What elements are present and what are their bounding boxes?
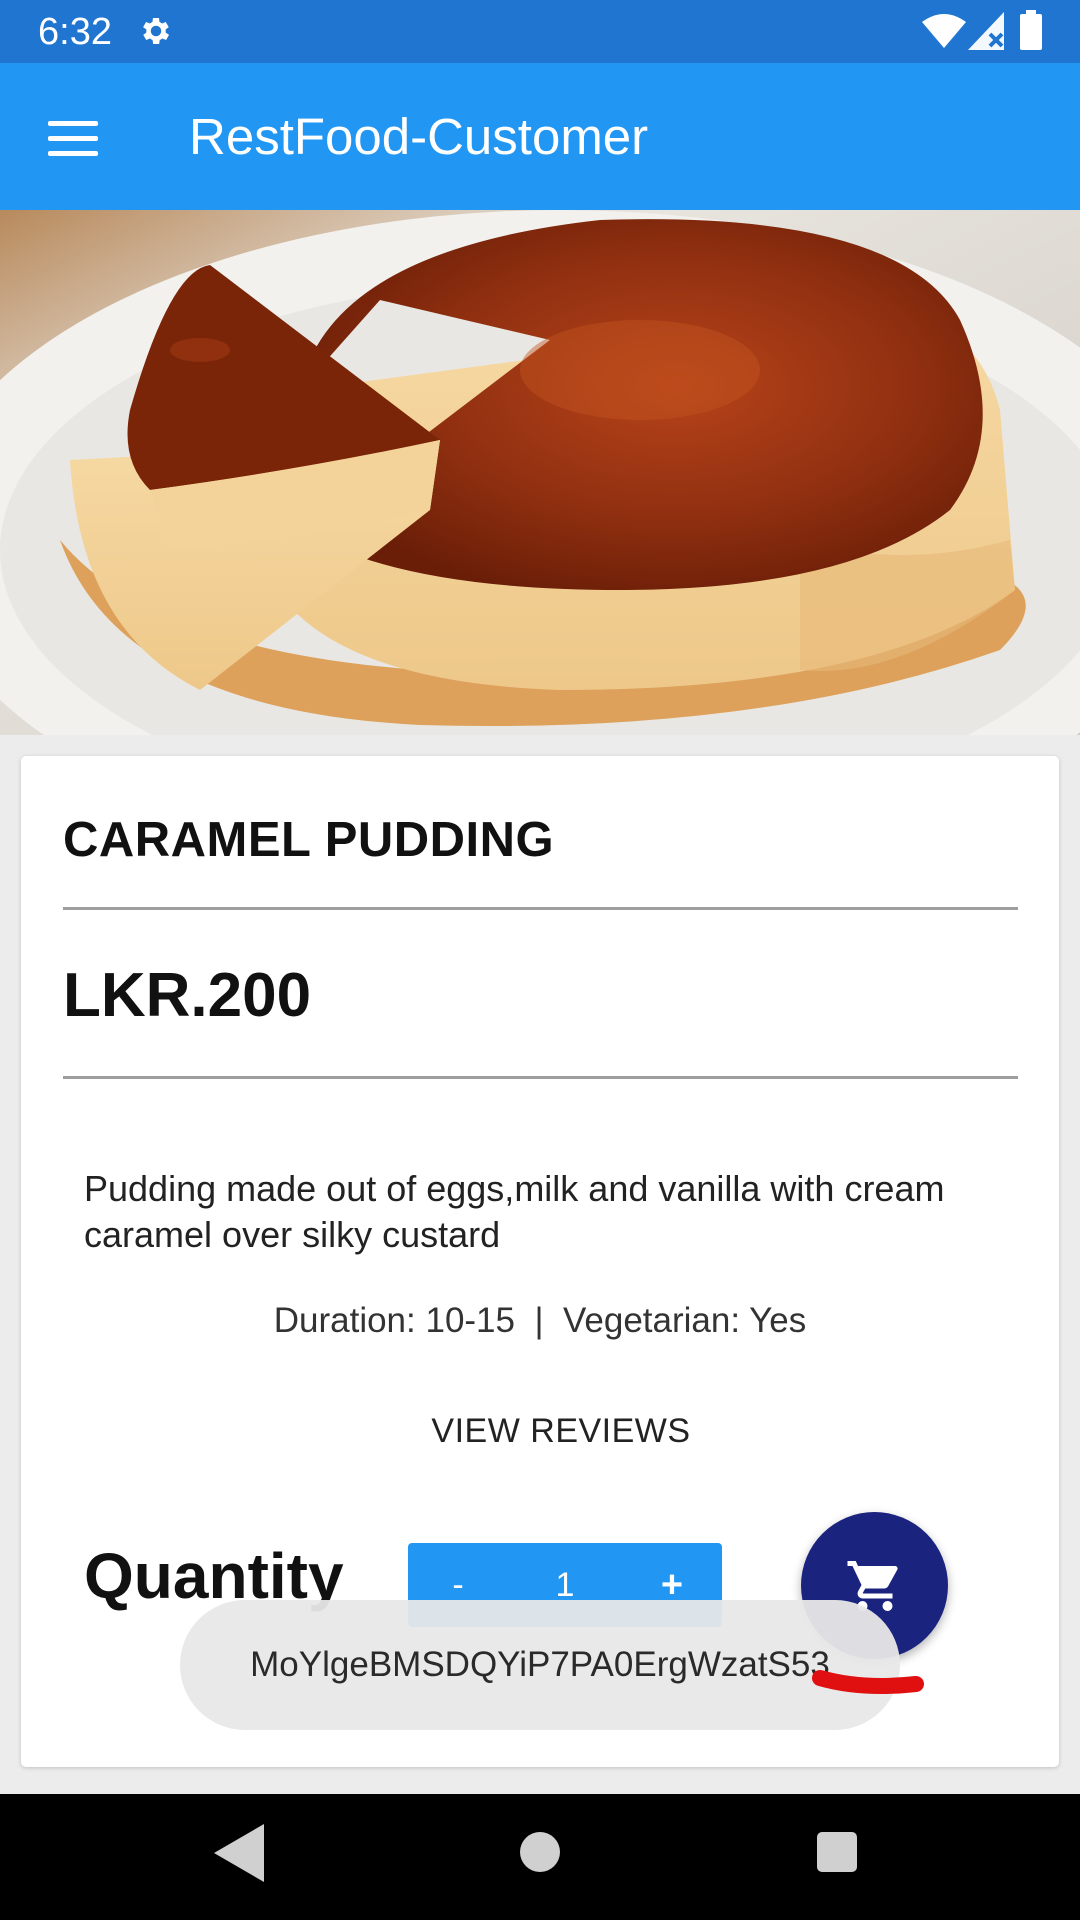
- status-time: 6:32: [38, 11, 112, 53]
- food-price: LKR.200: [63, 961, 312, 1030]
- battery-icon: [1020, 10, 1042, 50]
- app-bar: RestFood-Customer: [0, 63, 1080, 210]
- food-name: CARAMEL PUDDING: [63, 813, 555, 867]
- settings-gear-icon: [143, 17, 170, 45]
- divider: [63, 907, 1018, 910]
- toast-message: MoYlgeBMSDQYiP7PA0ErgWzatS53: [180, 1600, 900, 1730]
- divider: [63, 1076, 1018, 1079]
- food-description: Pudding made out of eggs,milk and vanill…: [84, 1168, 945, 1255]
- product-details-screen: 6:32 RestFood-Customer CARAMEL PUDDING L…: [0, 0, 1080, 1920]
- food-image: [0, 210, 1080, 735]
- status-bar: 6:32: [0, 0, 1080, 63]
- cell-signal-icon: [968, 12, 1004, 50]
- recents-square-icon[interactable]: [817, 1832, 857, 1872]
- food-meta: Duration: 10-15 | Vegetarian: Yes: [273, 1301, 807, 1340]
- app-title: RestFood-Customer: [189, 108, 649, 165]
- hamburger-menu-icon[interactable]: [30, 103, 114, 173]
- red-scribble-mark: [812, 1670, 924, 1694]
- back-triangle-icon[interactable]: [214, 1824, 264, 1882]
- home-circle-icon[interactable]: [520, 1832, 560, 1872]
- wifi-icon: [922, 14, 966, 48]
- view-reviews-button[interactable]: VIEW REVIEWS: [361, 1396, 761, 1466]
- system-nav-bar: [0, 1794, 1080, 1920]
